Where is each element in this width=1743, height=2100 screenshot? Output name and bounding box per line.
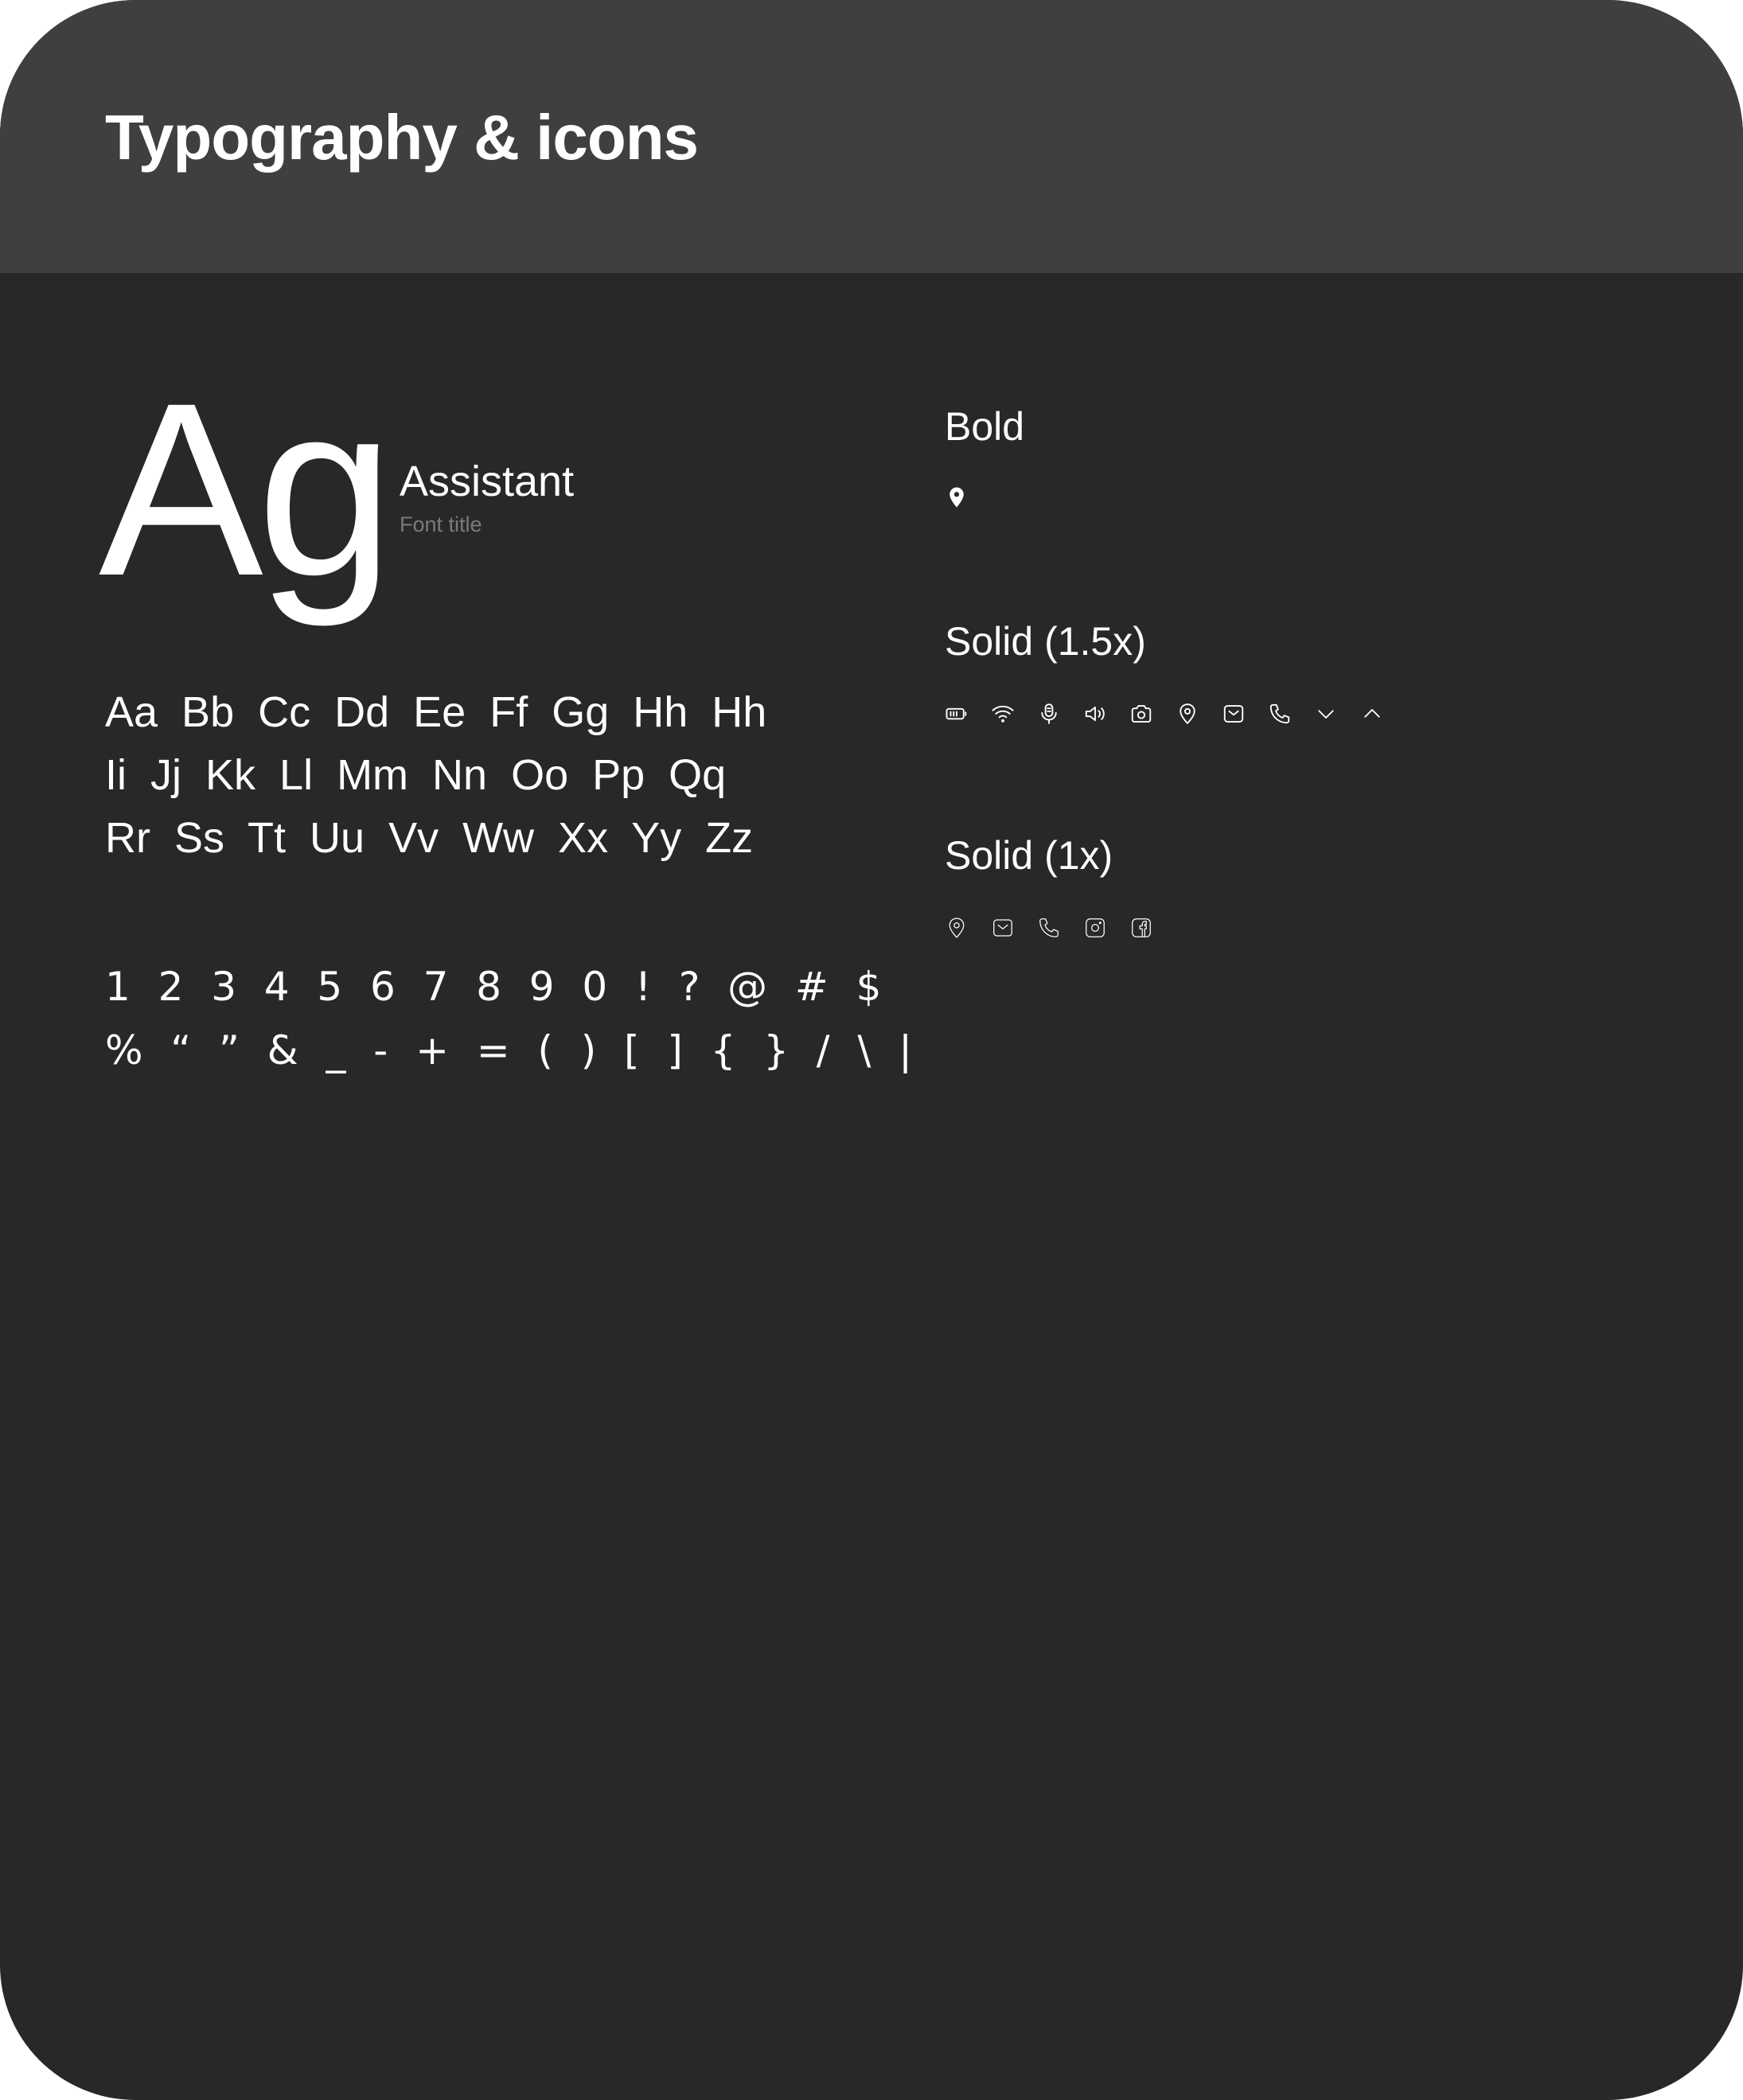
location-pin-icon	[945, 485, 969, 509]
icon-set-label-solid-1x: Solid (1x)	[945, 833, 1113, 878]
facebook-icon	[1129, 916, 1153, 940]
symbols-line: % “ ” & _ - + = ( ) [ ] { } / \ |	[105, 1027, 913, 1073]
alphabet-line: Aa Bb Cc Dd Ee Ff Gg Hh Hh	[105, 688, 767, 736]
alphabet-line: Ii Jj Kk Ll Mm Nn Oo Pp Qq	[105, 751, 727, 799]
card-header: Typography & icons	[0, 0, 1743, 273]
battery-icon	[945, 702, 969, 726]
icon-row-solid-15x	[945, 702, 1384, 726]
font-specimen-glyph: Ag	[99, 351, 394, 627]
font-caption: Font title	[400, 512, 482, 536]
microphone-icon	[1037, 702, 1061, 726]
phone-icon	[1268, 702, 1292, 726]
chevron-up-icon	[1360, 702, 1384, 726]
mail-icon	[1222, 702, 1246, 726]
mail-icon	[991, 916, 1015, 940]
location-icon	[1176, 702, 1199, 726]
font-name: Assistant	[400, 458, 575, 505]
typography-card: Typography & icons Ag Assistant Font tit…	[0, 0, 1743, 2100]
phone-icon	[1037, 916, 1061, 940]
symbols-specimen: 1 2 3 4 5 6 7 8 9 0 ! ? @ # $ % “ ” & _ …	[105, 955, 913, 1082]
icon-row-bold	[945, 485, 969, 509]
camera-icon	[1129, 702, 1153, 726]
icon-set-label-solid-15x: Solid (1.5x)	[945, 619, 1146, 664]
alphabet-line: Rr Ss Tt Uu Vv Ww Xx Yy Zz	[105, 814, 754, 862]
speaker-icon	[1083, 702, 1107, 726]
icon-set-label-bold: Bold	[945, 404, 1025, 449]
alphabet-specimen: Aa Bb Cc Dd Ee Ff Gg Hh Hh Ii Jj Kk Ll M…	[105, 681, 766, 870]
icon-row-solid-1x	[945, 916, 1153, 940]
symbols-line: 1 2 3 4 5 6 7 8 9 0 ! ? @ # $	[105, 964, 883, 1010]
instagram-icon	[1083, 916, 1107, 940]
page-title: Typography & icons	[105, 102, 699, 173]
location-icon	[945, 916, 969, 940]
chevron-down-icon	[1314, 702, 1338, 726]
wifi-icon	[991, 702, 1015, 726]
